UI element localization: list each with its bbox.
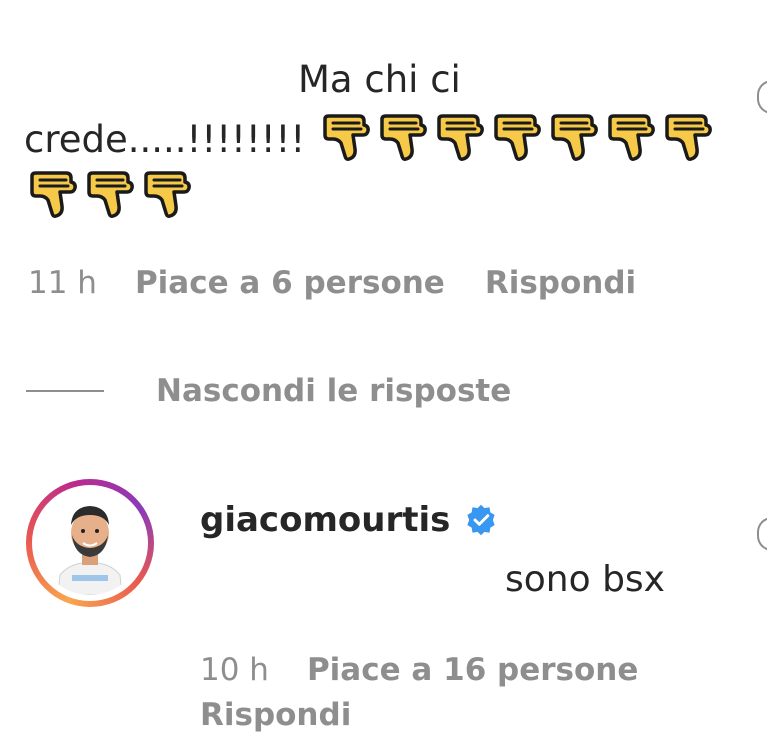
comment-meta: 11 h Piace a 6 persone Rispondi [28,265,636,301]
thumbs-down-emoji-icon [665,114,713,161]
emoji-row-1 [319,113,715,165]
username-link[interactable]: giacomourtis [200,500,450,540]
comment-time: 11 h [28,265,97,301]
comment-text-line2-text: crede.....!!!!!!!! [24,117,306,161]
comment-reply-button[interactable]: Rispondi [485,265,636,301]
thumbs-down-emoji-icon [437,114,485,161]
reply-meta: 10 h Piace a 16 persone [200,652,638,688]
reply-author: giacomourtis [200,500,498,540]
thumbs-down-emoji-icon [323,114,371,161]
thumbs-down-emoji-icon [30,171,77,218]
avatar-image [38,491,142,595]
reply-likes-link[interactable]: Piace a 16 persone [307,652,638,688]
comment-likes-link[interactable]: Piace a 6 persone [135,265,445,301]
like-heart-icon-reply[interactable] [757,517,767,551]
verified-badge-icon [467,504,495,536]
reply-text: sono bsx [505,559,665,600]
divider-line [26,390,104,392]
avatar-illustration [57,506,123,595]
thumbs-down-emoji-icon [380,114,428,161]
like-heart-icon[interactable] [757,80,767,114]
thumbs-down-emoji-icon [144,171,191,218]
hide-replies-label[interactable]: Nascondi le risposte [156,373,511,409]
comment-text-line3 [26,170,194,222]
comment-text-line2: crede.....!!!!!!!! [24,113,715,165]
comment-text-line1: Ma chi ci [298,58,461,101]
hide-replies-toggle[interactable]: Nascondi le risposte [26,373,511,409]
avatar[interactable] [26,479,154,607]
thumbs-down-emoji-icon [608,114,656,161]
reply-time: 10 h [200,652,269,688]
thumbs-down-emoji-icon [551,114,599,161]
thumbs-down-emoji-icon [494,114,542,161]
reply-reply-button[interactable]: Rispondi [200,697,351,733]
emoji-row-2 [26,170,194,222]
thumbs-down-emoji-icon [87,171,134,218]
